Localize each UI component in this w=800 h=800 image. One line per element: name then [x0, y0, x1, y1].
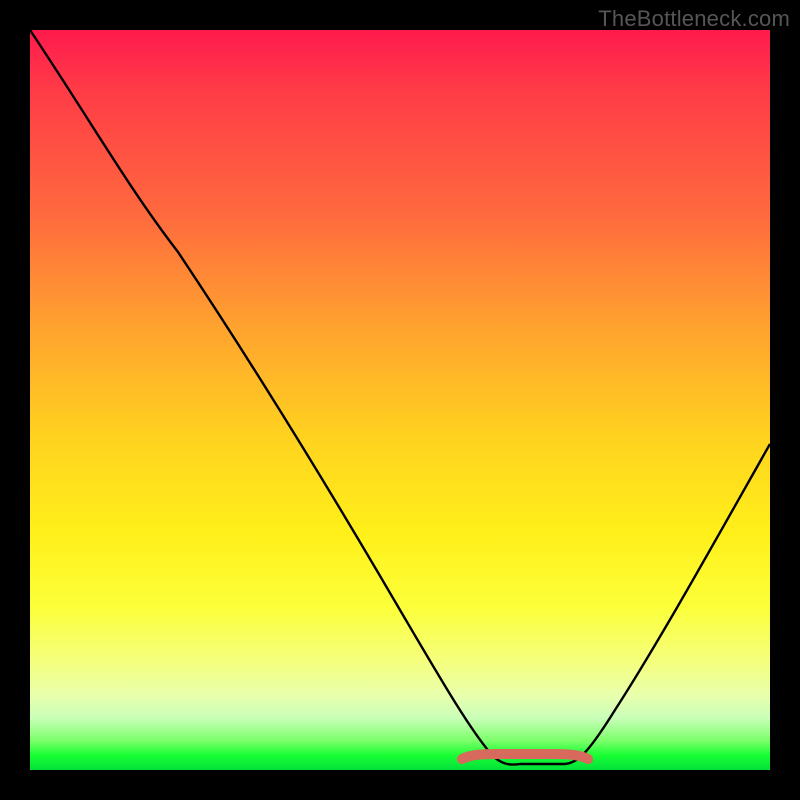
chart-svg [30, 30, 770, 770]
chart-frame: TheBottleneck.com [0, 0, 800, 800]
bottleneck-curve-path [30, 30, 770, 765]
optimal-zone-path [462, 754, 588, 759]
chart-plot-area [30, 30, 770, 770]
watermark-text: TheBottleneck.com [598, 6, 790, 32]
